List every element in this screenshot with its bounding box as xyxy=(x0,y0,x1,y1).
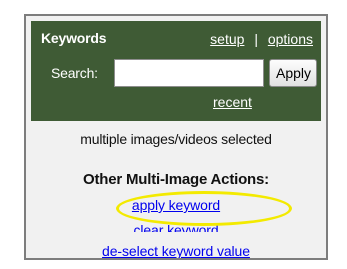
panel-title: Keywords xyxy=(41,30,107,46)
clear-keyword-link[interactable]: clear keyword xyxy=(26,222,326,232)
link-separator: | xyxy=(254,31,258,47)
setup-link[interactable]: setup xyxy=(210,31,244,47)
keywords-header: Keywords setup | options Search: Apply r… xyxy=(31,21,321,121)
section-title: Other Multi-Image Actions: xyxy=(83,171,269,188)
search-input[interactable] xyxy=(114,59,264,87)
deselect-keyword-link[interactable]: de-select keyword value xyxy=(26,243,326,258)
recent-link[interactable]: recent xyxy=(213,94,252,110)
keywords-panel: Keywords setup | options Search: Apply r… xyxy=(24,14,328,260)
search-label: Search: xyxy=(51,65,98,81)
apply-button[interactable]: Apply xyxy=(269,59,317,87)
options-link[interactable]: options xyxy=(268,31,313,47)
apply-keyword-link[interactable]: apply keyword xyxy=(26,197,326,213)
selection-status: multiple images/videos selected xyxy=(80,131,272,147)
header-links: setup | options xyxy=(210,31,313,47)
